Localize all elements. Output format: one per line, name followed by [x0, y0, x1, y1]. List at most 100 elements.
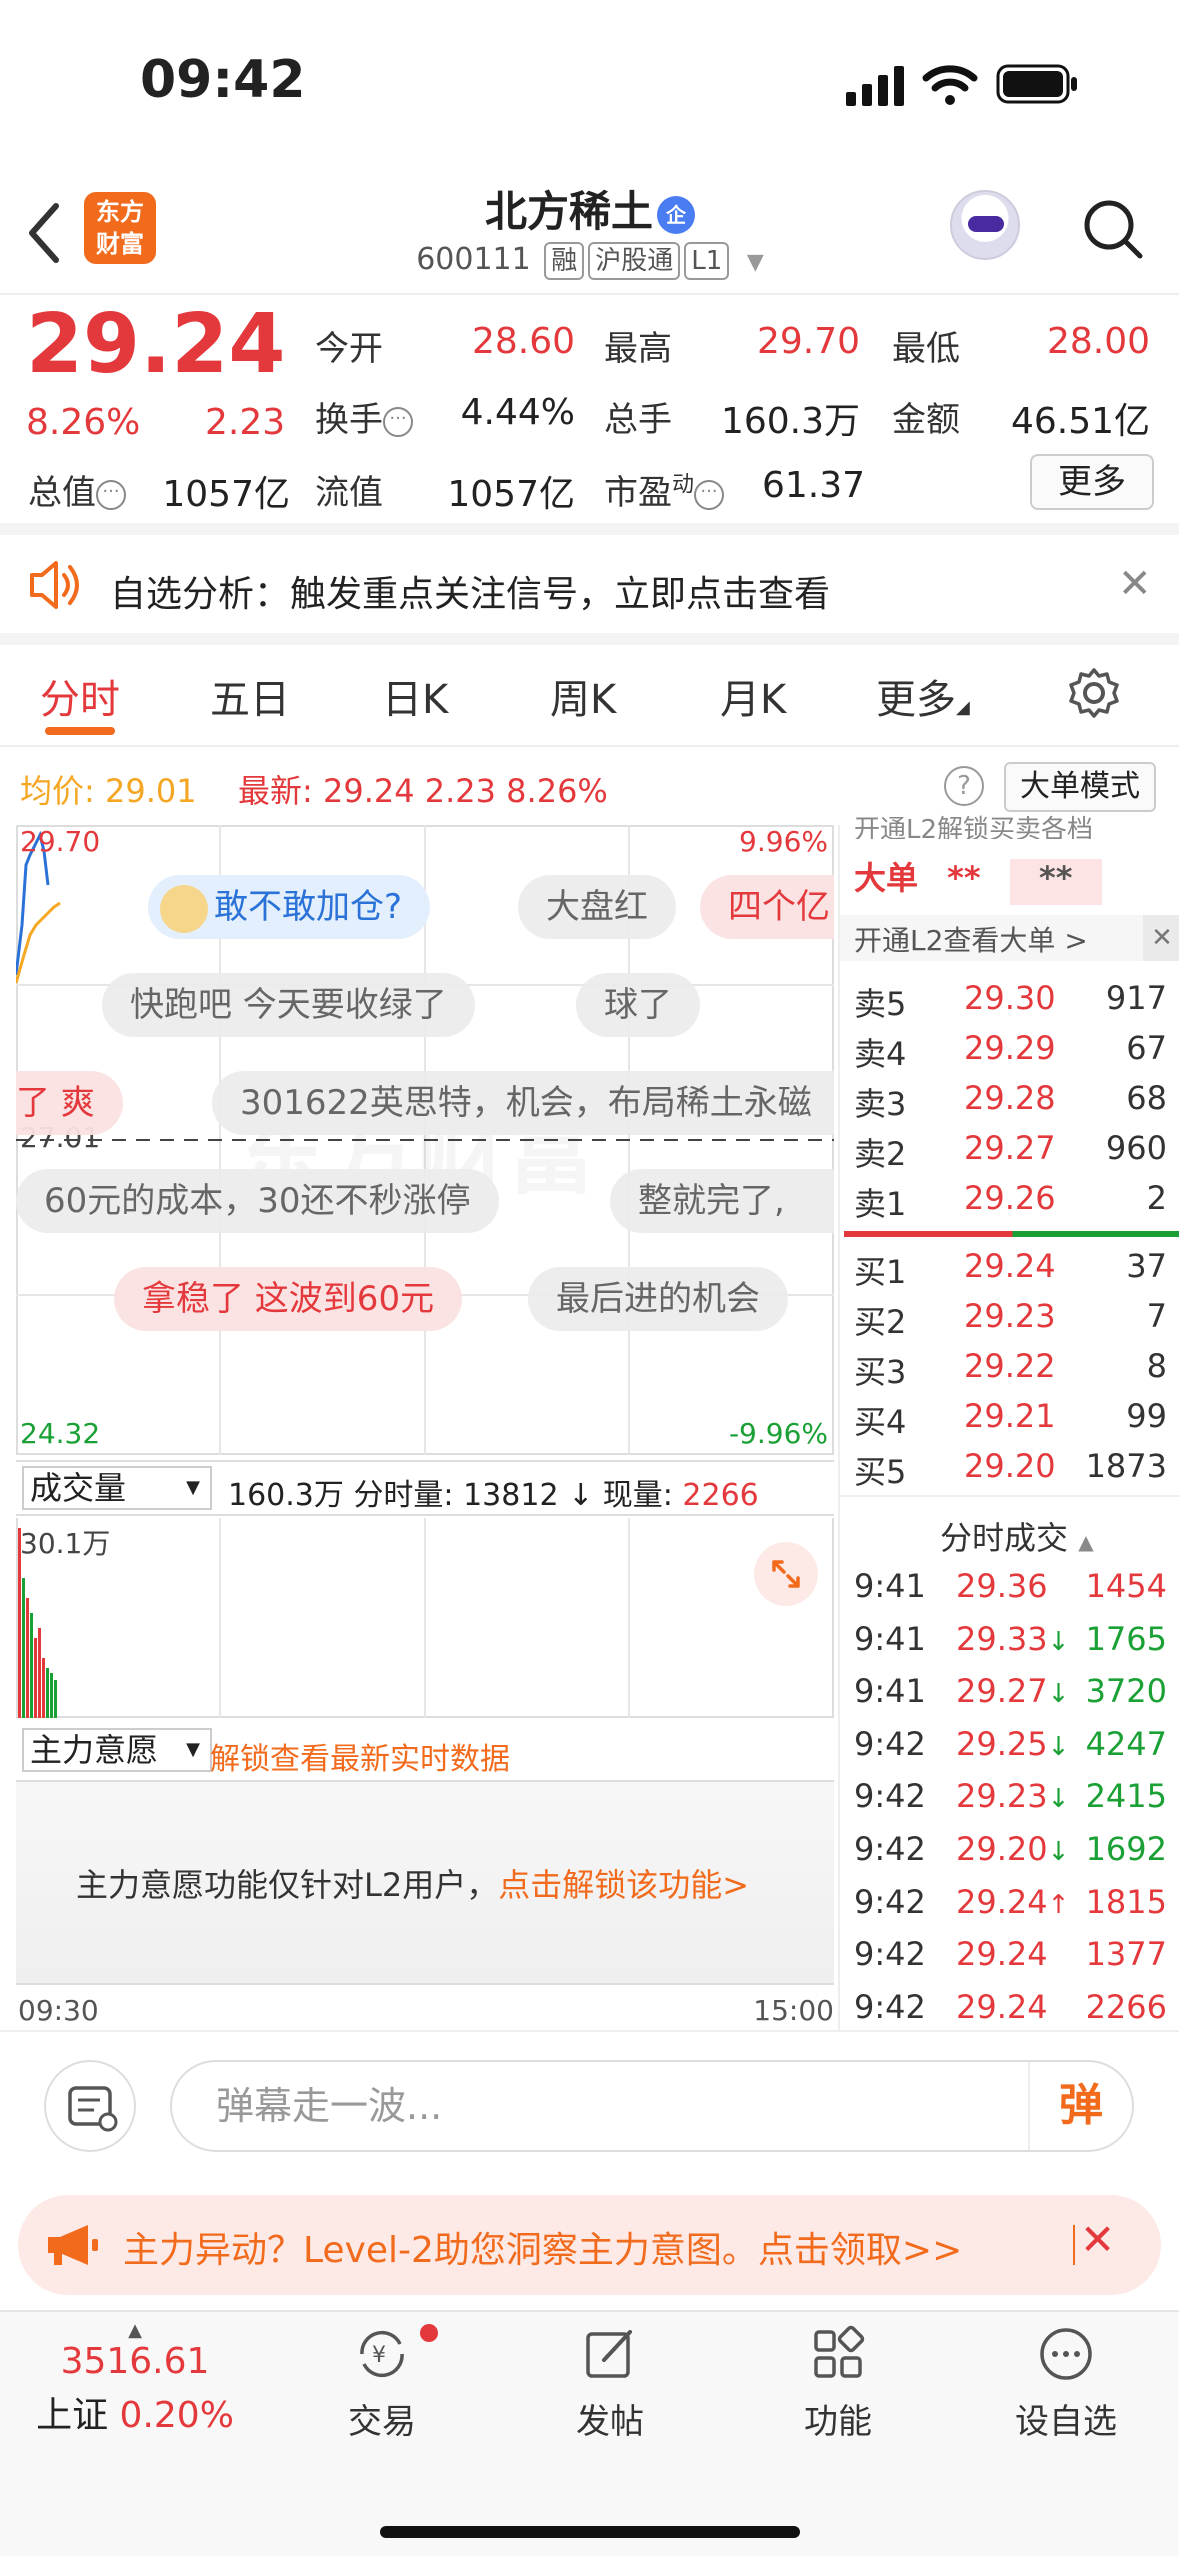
- app-logo[interactable]: 东方 财富: [84, 192, 156, 264]
- wifi-icon: [922, 65, 978, 105]
- mktcap-label[interactable]: 总值 ···: [28, 465, 126, 514]
- assistant-robot-icon[interactable]: [950, 190, 1020, 260]
- danmu-item[interactable]: 最后进的机会: [528, 1267, 788, 1331]
- stock-title[interactable]: 北方稀土企: [300, 178, 880, 239]
- bid-row[interactable]: 买5 29.20 1873: [840, 1447, 1179, 1497]
- ask-row[interactable]: 卖4 29.29 67: [840, 1029, 1179, 1079]
- main-force-select[interactable]: 主力意愿 ▼: [22, 1728, 212, 1772]
- trade-time: 9:41: [854, 1567, 926, 1605]
- l2-big-order-link[interactable]: 开通L2查看大单 > ✕: [840, 915, 1179, 961]
- nav-post[interactable]: 发帖: [540, 2324, 680, 2443]
- volume-value: 160.3万: [720, 401, 860, 442]
- nav-functions[interactable]: 功能: [768, 2324, 908, 2443]
- danmu-send-button[interactable]: 弹: [1028, 2062, 1132, 2150]
- latest-price: 最新: 29.24 2.23 8.26%: [238, 766, 608, 812]
- info-dots-icon: ···: [96, 479, 126, 510]
- stock-subtitle[interactable]: 600111 融沪股通 L1 ▼: [300, 242, 880, 280]
- danmu-item[interactable]: 快跑吧 今天要收绿了: [102, 973, 475, 1037]
- ask-row[interactable]: 卖3 29.28 68: [840, 1079, 1179, 1129]
- index-value: 3516.61: [60, 2341, 210, 2382]
- signal-icon: [846, 66, 904, 106]
- pe-label[interactable]: 市盈动 ···: [604, 465, 725, 514]
- settings-gear-icon[interactable]: [1068, 667, 1120, 719]
- nav-trade[interactable]: ¥ 交易: [312, 2324, 452, 2443]
- pe-value: 61.37: [761, 465, 865, 506]
- current-volume-label: 现量:: [602, 1478, 673, 1513]
- bid-ask-ratio-bar: [844, 1231, 1179, 1237]
- triangle-down-icon: ◢: [956, 697, 970, 718]
- nav-add-watchlist[interactable]: 设自选: [996, 2324, 1136, 2443]
- bid-row[interactable]: 买3 29.22 8: [840, 1347, 1179, 1397]
- danmu-input[interactable]: 弹幕走一波...: [170, 2060, 1134, 2152]
- divider: [1073, 2225, 1075, 2265]
- unlock-feature-link[interactable]: 点击解锁该功能>: [498, 1866, 749, 1904]
- main-force-header: 主力意愿 ▼ 解锁查看最新实时数据: [16, 1720, 834, 1780]
- trade-time: 9:42: [854, 1882, 926, 1921]
- danmu-item[interactable]: 60元的成本，30还不秒涨停: [16, 1169, 499, 1233]
- trades-title[interactable]: 分时成交 ▲: [940, 1513, 1094, 1559]
- bottom-navigation: ▲ 3516.61 上证 0.20% ¥ 交易 发帖 功能 设自选: [0, 2310, 1179, 2556]
- notice-bar[interactable]: 自选分析：触发重点关注信号，立即点击查看 ✕: [0, 535, 1179, 645]
- comment-settings-button[interactable]: [44, 2060, 136, 2152]
- search-button[interactable]: [1082, 198, 1144, 260]
- back-button[interactable]: [24, 198, 74, 268]
- danmu-item[interactable]: 敢不敢加仓?: [148, 875, 431, 939]
- tab-five-day[interactable]: 五日: [210, 667, 290, 725]
- bid-row[interactable]: 买4 29.21 99: [840, 1397, 1179, 1447]
- tab-more[interactable]: 更多◢: [876, 667, 970, 725]
- more-button[interactable]: 更多: [1030, 454, 1154, 510]
- bid-level: 买5: [854, 1453, 907, 1491]
- ask-level: 卖3: [854, 1085, 907, 1123]
- turnover-value: 4.44%: [460, 392, 575, 433]
- latest-label: 最新:: [238, 772, 313, 810]
- trade-row: 9:42 29.24↑ 1815: [840, 1883, 1179, 1935]
- danmu-item[interactable]: 拿稳了 这波到60元: [114, 1267, 463, 1331]
- trade-volume: 4247: [1085, 1724, 1167, 1763]
- danmu-item[interactable]: 了 爽: [16, 1071, 123, 1135]
- danmu-item[interactable]: 大盘红: [518, 875, 676, 939]
- danmu-item[interactable]: 整就完了,: [610, 1169, 834, 1233]
- amount-value: 46.51亿: [1010, 401, 1150, 442]
- tab-weekly-k[interactable]: 周K: [550, 667, 616, 725]
- tag-level: L1: [684, 242, 730, 280]
- danmu-item[interactable]: 四个亿: [700, 875, 834, 939]
- bid-row[interactable]: 买2 29.23 7: [840, 1297, 1179, 1347]
- tab-monthly-k[interactable]: 月K: [720, 667, 786, 725]
- index-name: 上证: [36, 2395, 109, 2436]
- bid-row[interactable]: 买1 29.24 37: [840, 1247, 1179, 1297]
- stock-name: 北方稀土: [484, 187, 653, 236]
- close-icon[interactable]: ✕: [1118, 561, 1152, 607]
- danmu-item[interactable]: 301622英思特，机会，布局稀土永磁: [212, 1071, 834, 1135]
- intraday-chart[interactable]: 东方财富 29.70 9.96% 27.01 24.32 -9.96% 敢不敢加…: [16, 825, 834, 1455]
- ask-row[interactable]: 卖2 29.27 960: [840, 1129, 1179, 1179]
- grid-icon: [814, 2325, 865, 2378]
- big-order-mode-button[interactable]: 大单模式: [1004, 762, 1156, 812]
- ask-volume: 2: [1146, 1179, 1167, 1217]
- quote-panel: 29.24 8.26% 2.23 今开 28.60 最高 29.70 最低 28…: [0, 297, 1179, 535]
- tag-connect: 沪股通: [588, 242, 681, 280]
- help-icon[interactable]: ?: [944, 766, 984, 806]
- ask-row[interactable]: 卖5 29.30 917: [840, 979, 1179, 1029]
- market-index-widget[interactable]: ▲ 3516.61 上证 0.20%: [20, 2320, 250, 2438]
- y-axis-bottom: 24.32: [20, 1417, 101, 1450]
- trade-arrow-icon: ↓: [1047, 1837, 1070, 1867]
- ask-volume: 67: [1126, 1029, 1167, 1067]
- turnover-label[interactable]: 换手 ···: [315, 392, 413, 441]
- latest-value: 29.24: [322, 772, 415, 810]
- bid-level: 买1: [854, 1253, 907, 1291]
- volume-chart[interactable]: 30.1万: [16, 1518, 834, 1718]
- trade-time: 9:41: [854, 1672, 926, 1711]
- level2-promo-banner[interactable]: 主力异动？Level-2助您洞察主力意图。点击领取>> ✕: [18, 2195, 1161, 2295]
- close-icon[interactable]: ✕: [1080, 2215, 1115, 2264]
- trade-volume: 1454: [1085, 1567, 1167, 1605]
- search-icon: [1084, 200, 1143, 259]
- danmu-item[interactable]: 球了: [576, 973, 700, 1037]
- tab-intraday[interactable]: 分时: [40, 667, 120, 725]
- close-icon[interactable]: ✕: [1143, 915, 1179, 961]
- expand-button[interactable]: [754, 1542, 818, 1606]
- unlock-data-link[interactable]: 解锁查看最新实时数据: [210, 1734, 510, 1778]
- tab-daily-k[interactable]: 日K: [382, 667, 448, 725]
- ask-price: 29.28: [964, 1079, 1056, 1117]
- volume-indicator-select[interactable]: 成交量 ▼: [22, 1466, 212, 1510]
- ask-row[interactable]: 卖1 29.26 2: [840, 1179, 1179, 1229]
